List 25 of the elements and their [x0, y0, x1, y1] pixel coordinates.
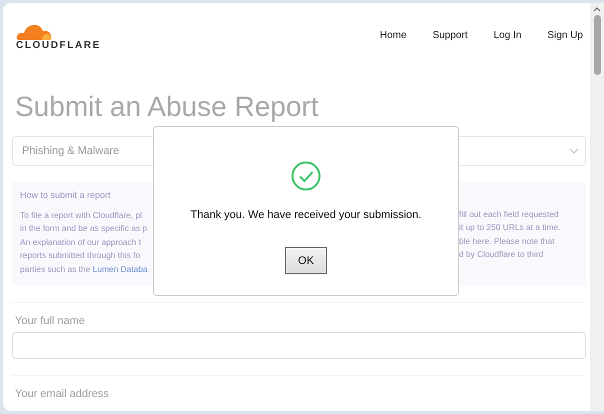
field-label: Your email address [15, 388, 110, 400]
dialog-message: Thank you. We have received your submission. [190, 209, 422, 221]
nav-link[interactable]: Sign Up [547, 30, 583, 41]
info-text: it up to 250 URLs at a time. [459, 222, 562, 234]
info-text: parties such as the Lumen Databa [20, 264, 149, 276]
chevron-down-icon [569, 148, 579, 154]
nav-link[interactable]: Support [432, 30, 468, 41]
field-label: Your full name [15, 315, 86, 327]
scrollbar-thumb[interactable] [594, 15, 600, 75]
info-text: fill out each field requested [459, 209, 560, 220]
full-name-input[interactable] [12, 332, 586, 359]
info-text: in the form and be as specific as p [20, 223, 148, 235]
info-text: d by Cloudflare to third [459, 249, 544, 261]
info-text: reports submitted through this fo [20, 250, 142, 262]
nav-link[interactable]: Log In [494, 30, 522, 41]
info-text: To file a report with Cloudflare, pl [20, 210, 143, 222]
check-circle-icon [291, 161, 321, 191]
info-text: ble here. Please note that [459, 236, 556, 248]
scroll-up-icon[interactable] [593, 7, 601, 12]
info-text: An explanation of our approach t [20, 236, 142, 248]
page-title: Submit an Abuse Report [15, 90, 320, 124]
logo-text: CLOUDFLARE [16, 40, 101, 50]
info-heading: How to submit a report [20, 190, 112, 200]
nav-link[interactable]: Home [380, 30, 407, 41]
ok-button[interactable]: OK [285, 247, 327, 274]
